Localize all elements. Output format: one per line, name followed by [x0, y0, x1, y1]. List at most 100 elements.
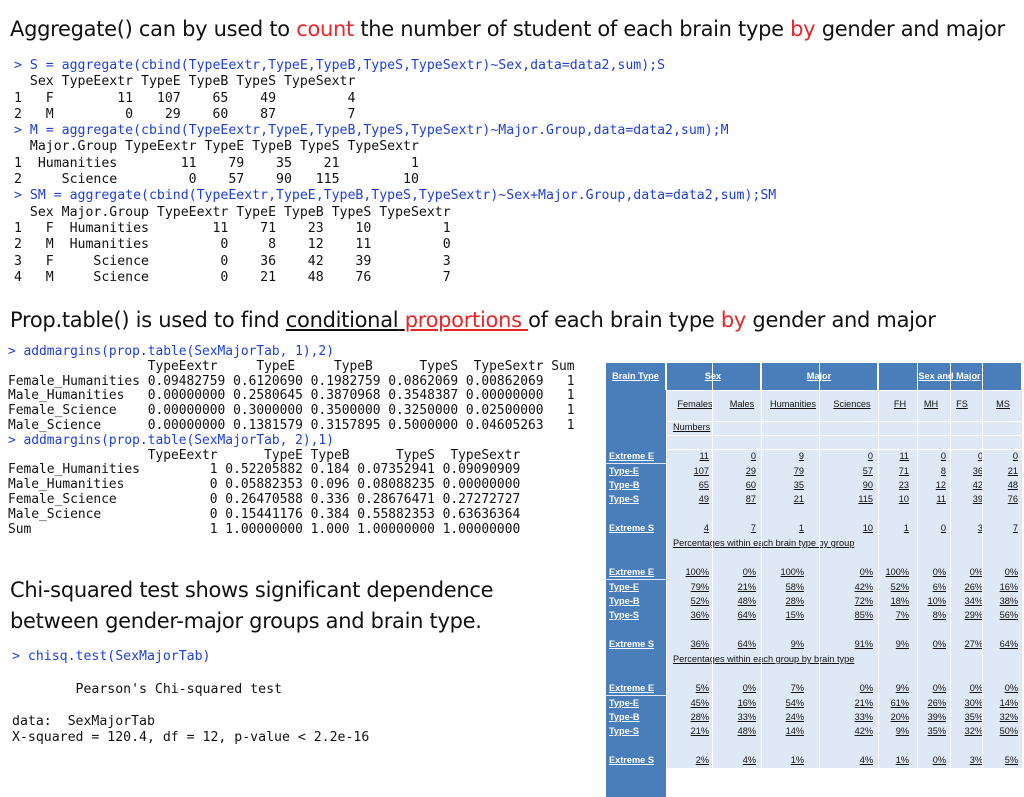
chi-squared-heading: Chi-squared test shows significant depen… [10, 575, 494, 637]
row-label-type-e: Type-E [606, 696, 666, 710]
console-command-line: > chisq.test(SexMajorTab) [12, 649, 211, 664]
table-cell: 100% [780, 567, 805, 577]
table-cell: 24% [785, 712, 804, 722]
row-label-extreme-e: Extreme E [606, 681, 666, 695]
console-output-line: 2 M 0 29 60 87 7 [14, 106, 356, 122]
heading-underlined: conditional [285, 308, 399, 332]
table-cell: 33% [737, 712, 756, 722]
table-cell: 0% [742, 683, 756, 693]
table-cell: 33% [854, 712, 873, 722]
table-cell: 8% [932, 610, 946, 620]
table-cell: 58% [785, 582, 804, 592]
table-subheader: Humanities [770, 399, 816, 409]
table-gridline [819, 363, 820, 768]
table-cell: 3 [977, 523, 983, 533]
console-output-line: Sex TypeEextr TypeE TypeB TypeS TypeSext… [14, 74, 356, 90]
table-cell: 3% [969, 755, 983, 765]
console-output-line: Female_Science 0.00000000 0.3000000 0.35… [8, 403, 575, 419]
console-output-line: Male_Science 0.00000000 0.1381579 0.3157… [8, 417, 575, 433]
console-output-line: TypeEextr TypeE TypeB TypeS TypeSextr [8, 447, 521, 463]
table-cell: 91% [854, 639, 873, 649]
row-label-spacer [606, 651, 666, 681]
prop-table-heading: Prop.table() is used to find conditional… [10, 308, 936, 332]
table-cell: 0% [742, 567, 756, 577]
row-label-spacer [606, 535, 666, 565]
row-label-extreme-s: Extreme S [606, 521, 666, 535]
console-output-line: TypeEextr TypeE TypeB TypeS TypeSextr Su… [8, 358, 575, 374]
console-output-line: Male_Humanities 0 0.05882353 0.096 0.080… [8, 477, 521, 493]
table-gridline [666, 449, 1022, 450]
row-label-spacer [606, 390, 666, 452]
row-label-extreme-e: Extreme E [606, 449, 666, 463]
table-cell: 0% [932, 755, 946, 765]
table-cell: 1 [798, 523, 804, 533]
table-cell: 71 [898, 466, 909, 476]
table-cell: 1 [903, 523, 909, 533]
table-cell: 21% [737, 582, 756, 592]
row-label-type-s: Type-S [606, 492, 666, 506]
console-output-line: 3 F Science 0 36 42 39 3 [14, 253, 451, 269]
row-label-spacer [606, 506, 666, 521]
table-cell: 0% [969, 567, 983, 577]
table-cell: 12 [935, 480, 946, 490]
table-cell: 29 [745, 466, 756, 476]
console-output-line: Female_Science 0 0.26470588 0.336 0.2867… [8, 491, 521, 507]
table-cell: 4% [742, 755, 756, 765]
heading-text: of each brain type [528, 308, 721, 332]
numbers-caption: Numbers [673, 422, 711, 432]
aggregate-console-output: > S = aggregate(cbind(TypeEextr,TypeE,Ty… [14, 58, 776, 286]
table-cell: 72% [854, 596, 873, 606]
row-label-type-e: Type-E [606, 464, 666, 478]
table-cell: 45% [690, 698, 709, 708]
table-gridline [950, 363, 951, 768]
heading-line: Chi-squared test shows significant depen… [10, 578, 494, 602]
heading-text: Prop.table() is used to find [10, 308, 286, 332]
row-label-extreme-s: Extreme S [606, 753, 666, 767]
table-cell: 36% [690, 610, 709, 620]
table-cell: 0% [932, 639, 946, 649]
table-cell: 90 [862, 480, 873, 490]
table-gridline [666, 363, 667, 768]
heading-highlight: by [720, 308, 747, 332]
table-cell: 0% [932, 567, 946, 577]
table-cell: 79% [690, 582, 709, 592]
console-output-line: Sex Major.Group TypeEextr TypeE TypeB Ty… [14, 204, 451, 220]
heading-highlight: count [296, 17, 354, 41]
table-cell: 21% [854, 698, 873, 708]
table-cell: 10 [862, 523, 873, 533]
table-cell: 52% [890, 582, 909, 592]
table-cell: 16% [737, 698, 756, 708]
row-label-type-s: Type-S [606, 608, 666, 622]
table-cell: 2% [695, 755, 709, 765]
row-label-extreme-e: Extreme E [606, 565, 666, 579]
table-cell: 56% [999, 610, 1018, 620]
table-cell: 32% [999, 712, 1018, 722]
heading-text: gender and major [815, 17, 1005, 41]
table-cell: 5% [1004, 755, 1018, 765]
table-cell: 20% [890, 712, 909, 722]
table-cell: 39% [927, 712, 946, 722]
table-cell: 0% [859, 683, 873, 693]
table-cell: 1% [895, 755, 909, 765]
table-cell: 87 [745, 494, 756, 504]
table-cell: 48 [1007, 480, 1018, 490]
table-cell: 0 [940, 523, 946, 533]
table-group-header: Brain Type [606, 363, 666, 390]
table-cell: 42% [854, 726, 873, 736]
aggregate-heading: Aggregate() can by used to count the num… [10, 17, 1005, 41]
table-gridline [761, 363, 762, 768]
section-caption: Percentages within each group by brain t… [673, 654, 855, 664]
table-cell: 9% [895, 639, 909, 649]
table-gridline [878, 363, 879, 768]
brain-type-summary-table: Brain TypeSexMajorSex and MajorFemalesMa… [606, 363, 1022, 797]
table-cell: 65 [698, 480, 709, 490]
heading-text: gender and major [746, 308, 936, 332]
table-cell: 30% [964, 698, 983, 708]
table-cell: 4% [859, 755, 873, 765]
console-output-line: Female_Humanities 0.09482759 0.6120690 0… [8, 373, 575, 389]
table-gridline [712, 363, 713, 768]
console-output-line: data: SexMajorTab [12, 714, 155, 730]
heading-line: between gender-major groups and brain ty… [10, 609, 482, 633]
table-gridline [917, 363, 918, 768]
table-cell: 9% [895, 726, 909, 736]
